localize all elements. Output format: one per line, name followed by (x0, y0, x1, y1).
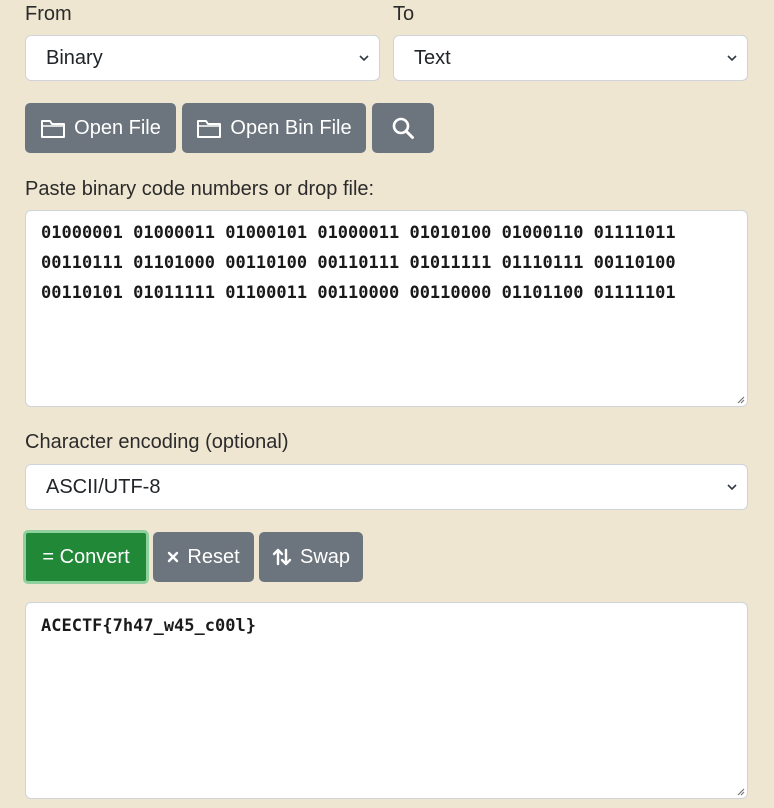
swap-button[interactable]: Swap (259, 532, 363, 582)
convert-label: = Convert (42, 545, 130, 568)
binary-line: 00110101 01011111 01100011 00110000 0011… (41, 283, 676, 303)
resize-handle-icon[interactable] (735, 786, 745, 796)
folder-icon (197, 120, 222, 138)
to-label: To (393, 3, 415, 25)
open-bin-file-label: Open Bin File (230, 116, 352, 139)
to-select-value: Text (414, 47, 451, 69)
convert-button[interactable]: = Convert (23, 530, 149, 584)
to-select[interactable]: Text (393, 35, 748, 81)
open-bin-file-button[interactable]: Open Bin File (182, 103, 366, 153)
swap-icon (272, 548, 292, 566)
chevron-down-icon (727, 55, 737, 62)
open-file-button[interactable]: Open File (25, 103, 176, 153)
search-icon (392, 117, 414, 139)
binary-line: 00110111 01101000 00110100 00110111 0101… (41, 253, 676, 273)
resize-handle-icon[interactable] (735, 394, 745, 404)
binary-input[interactable]: 01000001 01000011 01000101 01000011 0101… (25, 210, 748, 407)
chevron-down-icon (727, 484, 737, 491)
open-file-label: Open File (74, 116, 161, 139)
folder-icon (41, 120, 66, 138)
chevron-down-icon (359, 55, 369, 62)
reset-label: Reset (187, 545, 240, 568)
swap-label: Swap (299, 545, 351, 568)
reset-button[interactable]: Reset (153, 532, 254, 582)
input-label: Paste binary code numbers or drop file: (25, 178, 375, 200)
encoding-select[interactable]: ASCII/UTF-8 (25, 464, 748, 510)
encoding-label: Character encoding (optional) (25, 431, 289, 453)
from-label: From (25, 3, 72, 25)
text-output[interactable]: ACECTF{7h47_w45_c00l} (25, 602, 748, 799)
encoding-select-value: ASCII/UTF-8 (46, 476, 161, 498)
from-select[interactable]: Binary (25, 35, 380, 81)
search-button[interactable] (372, 103, 434, 153)
from-select-value: Binary (46, 47, 103, 69)
binary-line: 01000001 01000011 01000101 01000011 0101… (41, 223, 676, 243)
close-icon (168, 551, 179, 563)
output-text: ACECTF{7h47_w45_c00l} (41, 616, 256, 636)
